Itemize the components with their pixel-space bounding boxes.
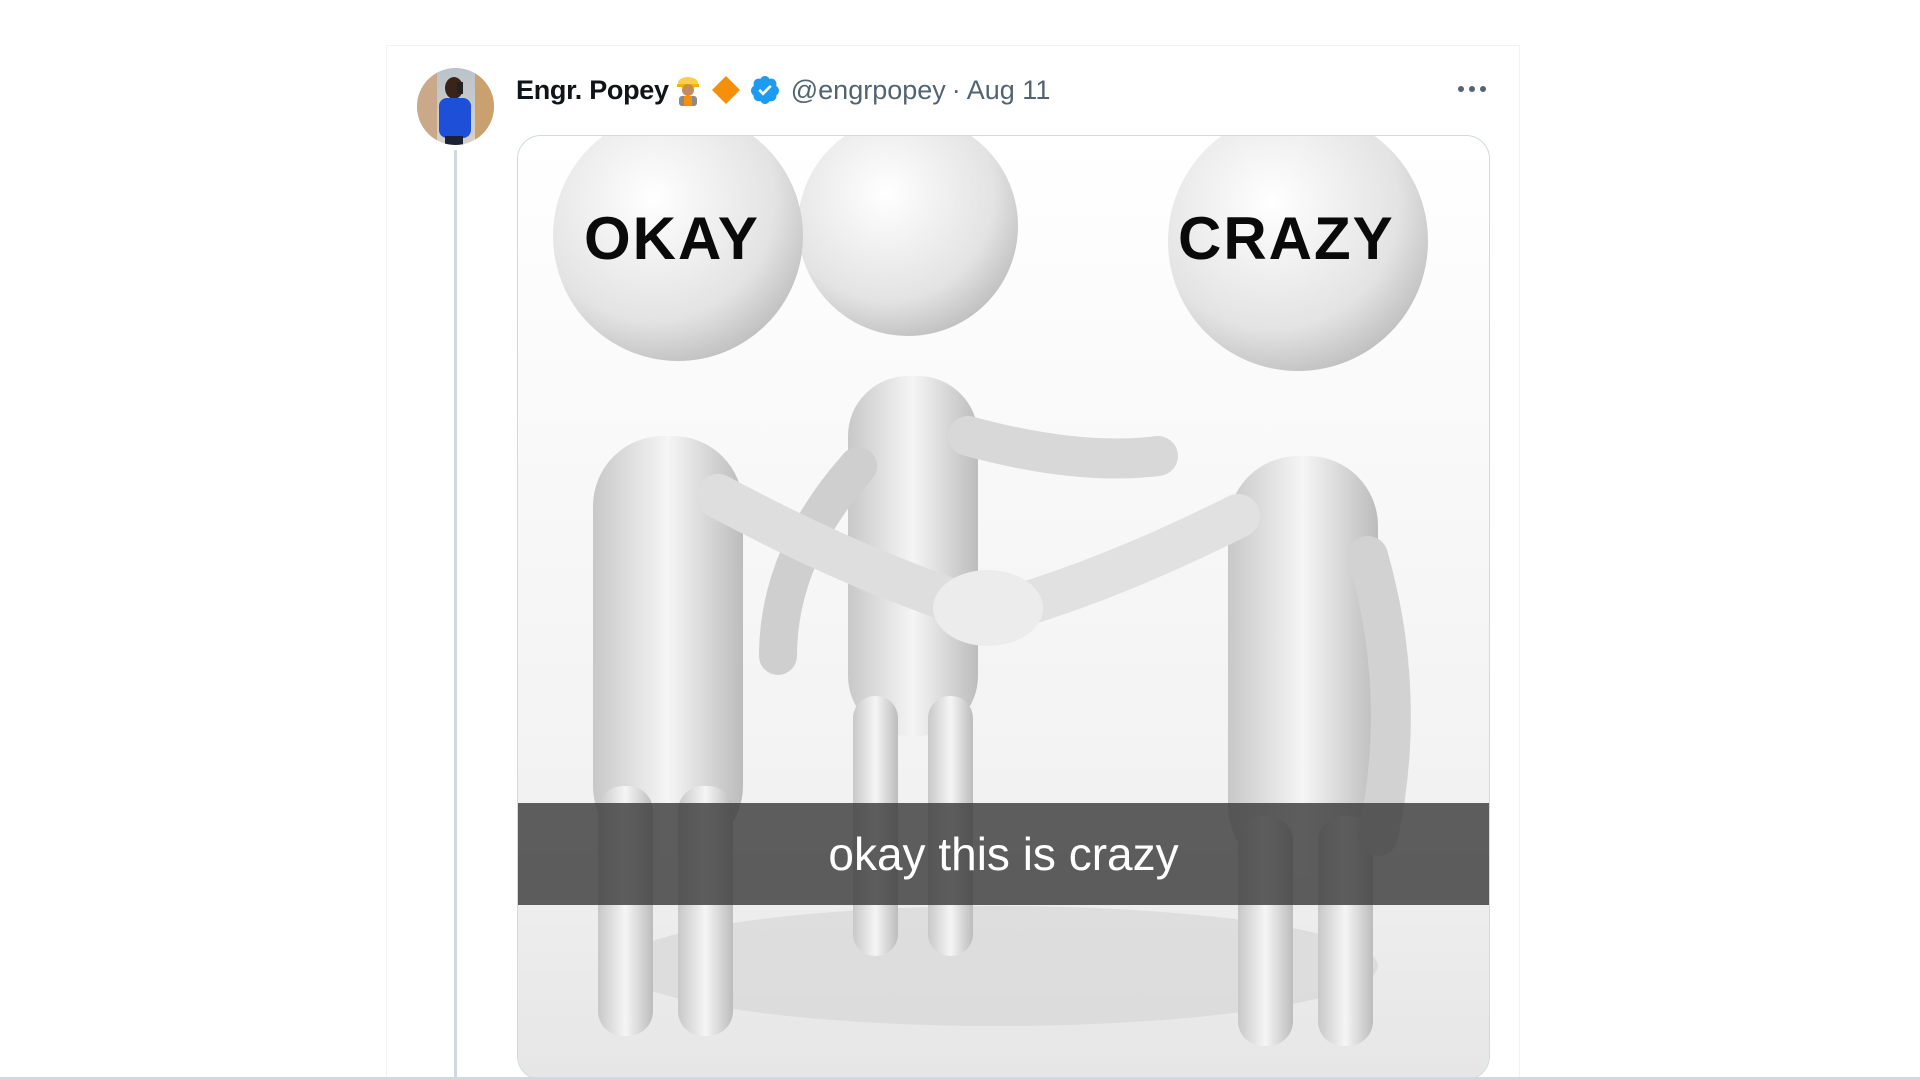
more-options-button[interactable] — [1450, 70, 1494, 108]
meme-illustration — [518, 136, 1489, 1079]
verified-badge-icon[interactable] — [749, 74, 781, 106]
orange-diamond-emoji — [709, 73, 743, 107]
construction-worker-emoji — [673, 74, 703, 106]
screen: Engr. Popey @engrpopey · Aug 11 OKAY CRA… — [0, 0, 1920, 1080]
more-horizontal-icon — [1458, 86, 1486, 92]
meme-label-okay: OKAY — [584, 205, 760, 272]
display-name[interactable]: Engr. Popey — [516, 75, 669, 106]
tweet-date[interactable]: Aug 11 — [967, 75, 1051, 106]
avatar-image — [417, 68, 494, 145]
thread-line — [454, 150, 457, 1080]
separator-dot: · — [951, 74, 961, 105]
meme-label-crazy: CRAZY — [1178, 205, 1395, 272]
tweet-header: Engr. Popey @engrpopey · Aug 11 — [516, 68, 1050, 112]
meme-caption: okay this is crazy — [828, 828, 1179, 880]
meme-caption-bar: okay this is crazy — [518, 803, 1489, 905]
user-handle[interactable]: @engrpopey — [791, 75, 946, 106]
avatar[interactable] — [417, 68, 494, 145]
tweet-media-image[interactable]: OKAY CRAZY okay this is crazy — [517, 135, 1490, 1080]
